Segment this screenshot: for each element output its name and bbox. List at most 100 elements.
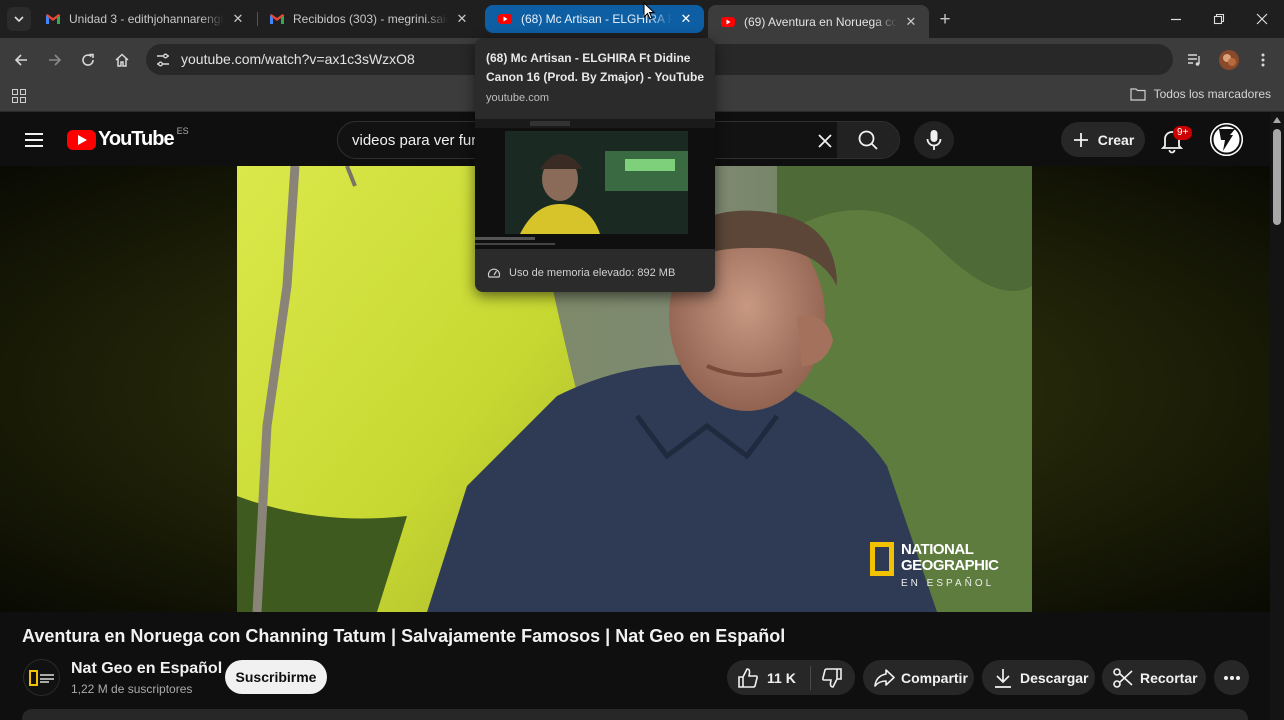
hover-card-title: (68) Mc Artisan - ELGHIRA Ft Didine Cano…	[486, 51, 705, 84]
tab-hover-card: (68) Mc Artisan - ELGHIRA Ft Didine Cano…	[475, 38, 715, 292]
youtube-play-icon	[67, 129, 96, 150]
media-controls-button[interactable]	[1183, 48, 1207, 72]
share-label: Compartir	[901, 669, 968, 686]
subscriber-count: 1,22 M de suscriptores	[71, 682, 193, 696]
watermark-line2: GEOGRAPHIC	[901, 557, 999, 574]
download-button[interactable]: Descargar	[982, 660, 1095, 695]
hover-card-domain: youtube.com	[486, 92, 549, 104]
thumbs-up-icon	[738, 667, 758, 688]
like-dislike-group: 11 K	[727, 660, 855, 695]
hover-card-preview	[475, 119, 715, 249]
country-code: ES	[176, 125, 189, 136]
close-window-button[interactable]	[1250, 8, 1274, 30]
youtube-icon	[721, 16, 735, 27]
notifications-button[interactable]: 9+	[1159, 126, 1193, 154]
mouse-cursor-icon	[643, 2, 655, 20]
playlist-icon	[1188, 54, 1200, 66]
tab-title: Unidad 3 - edithjohannarengifo	[69, 12, 224, 26]
clip-label: Recortar	[1140, 669, 1198, 686]
dislike-button[interactable]	[821, 667, 843, 689]
watermark-line1: NATIONAL	[901, 541, 974, 558]
clear-search-icon[interactable]	[814, 130, 836, 152]
channel-name[interactable]: Nat Geo en Español	[71, 660, 222, 678]
voice-search-button[interactable]	[914, 121, 954, 159]
tab-gmail-recibidos[interactable]: Recibidos (303) - megrini.saidi ✕	[257, 5, 480, 33]
back-button[interactable]	[9, 48, 33, 72]
share-button[interactable]: Compartir	[863, 660, 974, 695]
gmail-icon	[46, 14, 60, 24]
forward-button[interactable]	[43, 48, 67, 72]
new-tab-button[interactable]: +	[934, 9, 956, 31]
create-button[interactable]: Crear	[1061, 122, 1145, 157]
memory-usage: Uso de memoria elevado: 892 MB	[487, 266, 675, 280]
download-label: Descargar	[1020, 669, 1089, 686]
natgeo-logo-icon	[28, 669, 54, 686]
natgeo-watermark: NATIONAL GEOGRAPHIC EN ESPAÑOL	[870, 542, 999, 592]
watermark-line3: EN ESPAÑOL	[901, 578, 995, 589]
notification-badge: 9+	[1173, 126, 1193, 140]
logo-wordmark: YouTube	[98, 128, 175, 150]
youtube-logo[interactable]: YouTube ES	[67, 125, 189, 151]
home-button[interactable]	[110, 48, 134, 72]
tab-title: Recibidos (303) - megrini.saidi	[293, 12, 448, 26]
video-title: Aventura en Noruega con Channing Tatum |…	[22, 626, 786, 646]
all-bookmarks-button[interactable]: Todos los marcadores	[1130, 87, 1271, 101]
more-horizontal-icon	[1223, 675, 1240, 680]
minimize-button[interactable]	[1164, 8, 1188, 30]
tab-search-button[interactable]	[7, 7, 31, 31]
page-scrollbar[interactable]	[1270, 113, 1284, 720]
apps-button[interactable]	[11, 88, 27, 109]
profile-button[interactable]	[1217, 48, 1241, 72]
kebab-menu-icon	[1261, 53, 1265, 67]
create-label: Crear	[1097, 131, 1135, 148]
close-tab-icon[interactable]: ✕	[903, 14, 919, 30]
arrow-right-icon	[49, 54, 62, 66]
tab-gmail-unidad[interactable]: Unidad 3 - edithjohannarengifo ✕	[33, 5, 256, 33]
user-avatar-icon	[1210, 123, 1243, 156]
thumbs-down-icon	[821, 667, 842, 688]
tab-mc-artisan[interactable]: (68) Mc Artisan - ELGHIRA Ft Di ✕	[485, 5, 704, 33]
channel-avatar[interactable]	[23, 659, 60, 696]
chrome-menu-button[interactable]	[1251, 48, 1275, 72]
close-tab-icon[interactable]: ✕	[678, 11, 694, 27]
scrollbar-thumb[interactable]	[1273, 129, 1281, 225]
restore-button[interactable]	[1207, 8, 1231, 30]
scissors-icon	[1113, 667, 1133, 688]
clip-button[interactable]: Recortar	[1102, 660, 1206, 695]
hamburger-menu-icon[interactable]	[22, 128, 46, 152]
plus-icon	[1073, 132, 1088, 147]
download-icon	[995, 668, 1011, 688]
close-tab-icon[interactable]: ✕	[230, 11, 246, 27]
subscribe-button[interactable]: Suscribirme	[225, 660, 327, 694]
restore-icon	[1213, 13, 1225, 25]
reload-icon	[82, 53, 94, 66]
home-icon	[115, 53, 129, 67]
memory-usage-text: Uso de memoria elevado: 892 MB	[509, 267, 676, 279]
all-bookmarks-label: Todos los marcadores	[1153, 87, 1271, 101]
natgeo-yellow-border-icon	[870, 542, 894, 576]
account-avatar[interactable]	[1210, 123, 1243, 156]
scroll-up-arrow-icon[interactable]	[1273, 117, 1281, 123]
url-text: youtube.com/watch?v=ax1c3sWzxO8	[181, 51, 415, 67]
memory-gauge-icon	[487, 268, 501, 278]
divider	[809, 665, 811, 690]
gmail-icon	[270, 14, 284, 24]
folder-icon	[1130, 88, 1146, 101]
search-icon	[858, 130, 878, 150]
reload-button[interactable]	[76, 48, 100, 72]
profile-avatar-icon	[1219, 50, 1239, 70]
tab-aventura-noruega[interactable]: (69) Aventura en Noruega con C ✕	[708, 5, 929, 38]
more-actions-button[interactable]	[1214, 660, 1249, 695]
tab-title: (69) Aventura en Noruega con C	[744, 14, 897, 29]
share-icon	[874, 668, 895, 687]
search-input[interactable]: videos para ver fur	[352, 132, 476, 149]
youtube-icon	[498, 14, 512, 24]
arrow-left-icon	[14, 54, 27, 66]
description-box[interactable]	[22, 709, 1248, 720]
site-settings-icon[interactable]	[154, 51, 172, 69]
close-tab-icon[interactable]: ✕	[454, 11, 470, 27]
search-button[interactable]	[837, 122, 899, 158]
like-button[interactable]: 11 K	[727, 667, 796, 689]
tab-strip: Unidad 3 - edithjohannarengifo ✕ Recibid…	[0, 0, 1284, 38]
apps-grid-icon	[12, 89, 26, 103]
